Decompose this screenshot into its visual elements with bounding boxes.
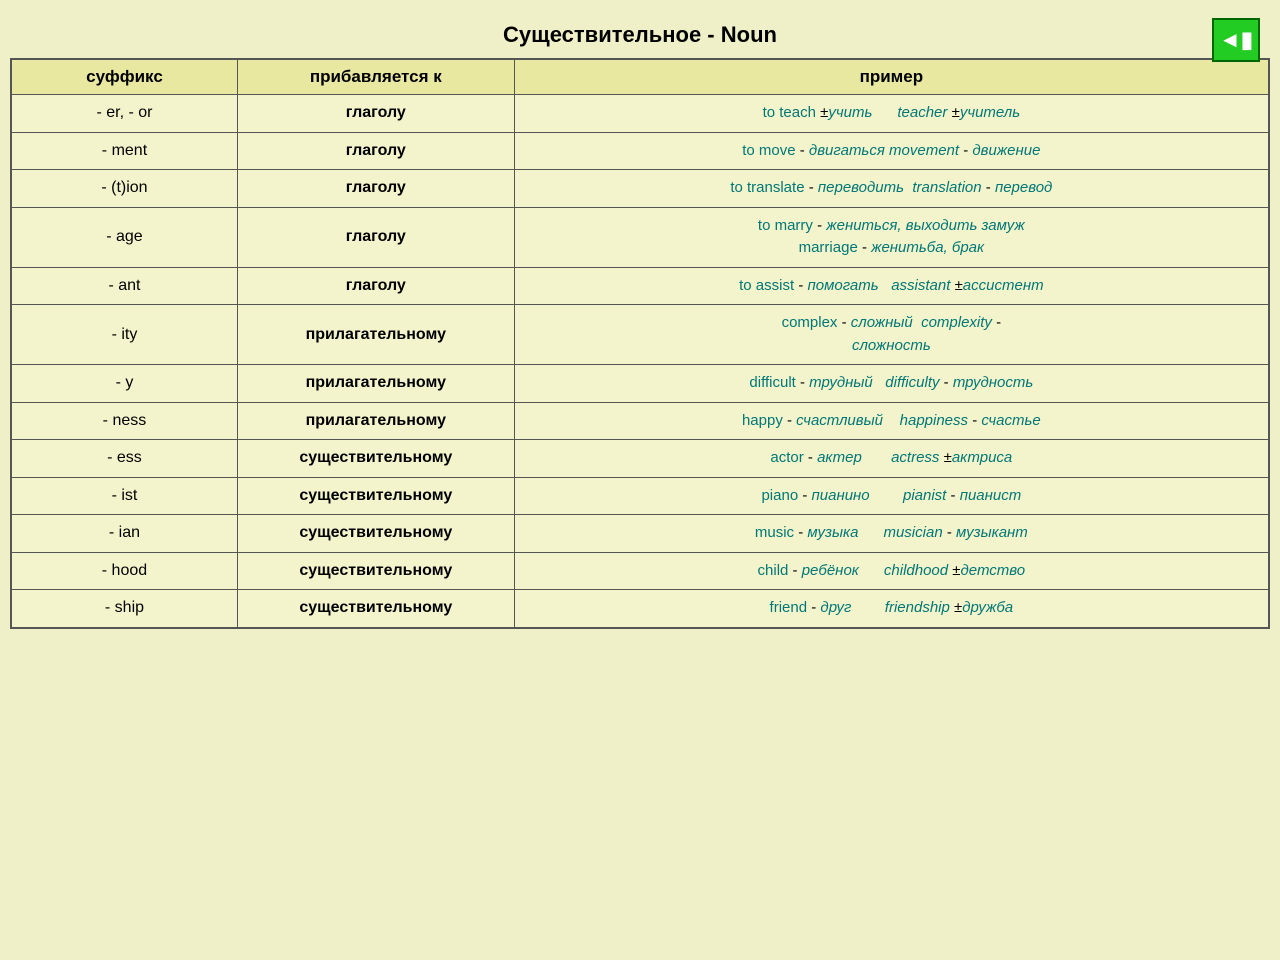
- suffix-cell: - ship: [11, 590, 237, 628]
- example-cell: child - ребёнок childhood ±детство: [514, 552, 1269, 590]
- table-row: - yприлагательномуdifficult - трудный di…: [11, 365, 1269, 403]
- added-to-cell: глаголу: [237, 207, 514, 267]
- suffix-cell: - (t)ion: [11, 170, 237, 208]
- header-added-to: прибавляется к: [237, 59, 514, 95]
- added-to-cell: прилагательному: [237, 402, 514, 440]
- example-cell: to translate - переводить translation - …: [514, 170, 1269, 208]
- example-cell: friend - друг friendship ±дружба: [514, 590, 1269, 628]
- added-to-cell: глаголу: [237, 170, 514, 208]
- added-to-cell: существительному: [237, 552, 514, 590]
- suffix-cell: - ment: [11, 132, 237, 170]
- suffix-cell: - hood: [11, 552, 237, 590]
- table-row: - (t)ionглаголуto translate - переводить…: [11, 170, 1269, 208]
- added-to-cell: глаголу: [237, 95, 514, 133]
- suffix-cell: - ess: [11, 440, 237, 478]
- table-row: - mentглаголуto move - двигаться movemen…: [11, 132, 1269, 170]
- table-row: - istсуществительномуpiano - пианино pia…: [11, 477, 1269, 515]
- example-cell: complex - сложный complexity -сложность: [514, 305, 1269, 365]
- table-header-row: суффикс прибавляется к пример: [11, 59, 1269, 95]
- suffix-cell: - ity: [11, 305, 237, 365]
- noun-suffixes-table: суффикс прибавляется к пример - er, - or…: [10, 58, 1270, 629]
- suffix-cell: - ist: [11, 477, 237, 515]
- added-to-cell: существительному: [237, 440, 514, 478]
- added-to-cell: глаголу: [237, 267, 514, 305]
- example-cell: happy - счастливый happiness - счастье: [514, 402, 1269, 440]
- table-row: - ageглаголуto marry - жениться, выходит…: [11, 207, 1269, 267]
- added-to-cell: прилагательному: [237, 305, 514, 365]
- page-header: Существительное - Noun ◄▮: [10, 10, 1270, 58]
- suffix-cell: - ant: [11, 267, 237, 305]
- nav-back-button[interactable]: ◄▮: [1212, 18, 1260, 62]
- table-row: - ianсуществительномуmusic - музыка musi…: [11, 515, 1269, 553]
- table-row: - shipсуществительномуfriend - друг frie…: [11, 590, 1269, 628]
- page-title: Существительное - Noun: [503, 22, 777, 48]
- added-to-cell: существительному: [237, 590, 514, 628]
- table-row: - essсуществительномуactor - актер actre…: [11, 440, 1269, 478]
- example-cell: music - музыка musician - музыкант: [514, 515, 1269, 553]
- header-example: пример: [514, 59, 1269, 95]
- example-cell: piano - пианино pianist - пианист: [514, 477, 1269, 515]
- added-to-cell: глаголу: [237, 132, 514, 170]
- example-cell: to teach ±учить teacher ±учитель: [514, 95, 1269, 133]
- example-cell: to assist - помогать assistant ±ассистен…: [514, 267, 1269, 305]
- suffix-cell: - ness: [11, 402, 237, 440]
- suffix-cell: - y: [11, 365, 237, 403]
- suffix-cell: - age: [11, 207, 237, 267]
- example-cell: actor - актер actress ±актриса: [514, 440, 1269, 478]
- example-cell: difficult - трудный difficulty - труднос…: [514, 365, 1269, 403]
- header-suffix: суффикс: [11, 59, 237, 95]
- added-to-cell: прилагательному: [237, 365, 514, 403]
- table-row: - hoodсуществительномуchild - ребёнок ch…: [11, 552, 1269, 590]
- suffix-cell: - ian: [11, 515, 237, 553]
- example-cell: to marry - жениться, выходить замужmarri…: [514, 207, 1269, 267]
- table-row: - nessприлагательномуhappy - счастливый …: [11, 402, 1269, 440]
- suffix-cell: - er, - or: [11, 95, 237, 133]
- example-cell: to move - двигаться movement - движение: [514, 132, 1269, 170]
- table-row: - er, - orглаголуto teach ±учить teacher…: [11, 95, 1269, 133]
- added-to-cell: существительному: [237, 477, 514, 515]
- table-row: - ityприлагательномуcomplex - сложный co…: [11, 305, 1269, 365]
- table-row: - antглаголуto assist - помогать assista…: [11, 267, 1269, 305]
- added-to-cell: существительному: [237, 515, 514, 553]
